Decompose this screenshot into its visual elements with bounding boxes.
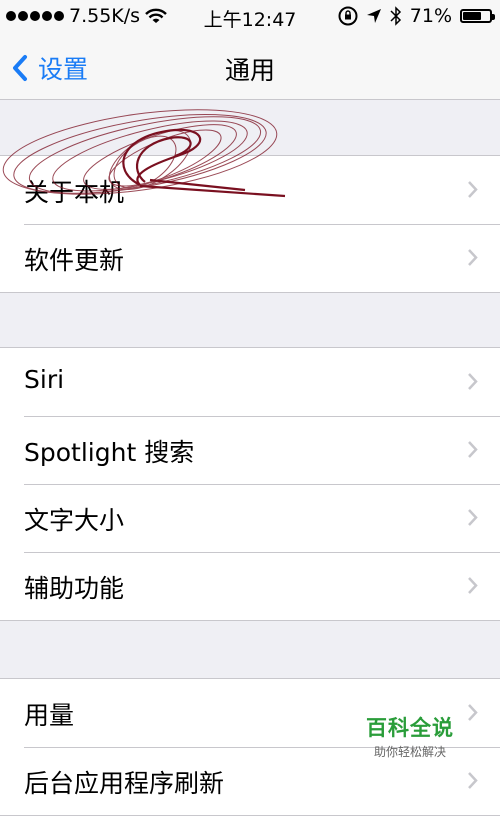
bluetooth-icon <box>390 6 401 26</box>
watermark-subtitle: 助你轻松解决 <box>373 745 446 759</box>
row-label: Siri <box>24 365 65 394</box>
battery-percent: 71% <box>409 5 452 27</box>
row-about[interactable]: 关于本机 <box>0 156 500 224</box>
row-label: 辅助功能 <box>24 574 125 603</box>
chevron-right-icon <box>468 441 478 458</box>
watermark-logo: 百科全说 助你轻松解决 <box>350 712 470 760</box>
lock-rotation-icon <box>338 6 358 26</box>
chevron-right-icon <box>468 509 478 526</box>
row-accessibility[interactable]: 辅助功能 <box>0 552 500 620</box>
page-title: 通用 <box>224 56 275 85</box>
navigation-bar: 设置 通用 <box>0 34 500 100</box>
chevron-right-icon <box>468 181 478 198</box>
chevron-right-icon <box>468 577 478 594</box>
row-text-size[interactable]: 文字大小 <box>0 484 500 552</box>
row-spotlight-search[interactable]: Spotlight 搜索 <box>0 416 500 484</box>
row-siri[interactable]: Siri <box>0 348 500 416</box>
location-arrow-icon <box>366 9 381 23</box>
battery-fill <box>463 12 482 20</box>
row-label: 用量 <box>24 701 75 730</box>
chevron-right-icon <box>468 373 478 390</box>
battery-icon <box>460 9 495 23</box>
row-label: 关于本机 <box>24 178 125 207</box>
chevron-right-icon <box>468 249 478 266</box>
row-label: 软件更新 <box>24 246 125 275</box>
row-label: 后台应用程序刷新 <box>24 769 225 798</box>
settings-group-1: 关于本机 软件更新 <box>0 155 500 293</box>
row-label: Spotlight 搜索 <box>24 438 195 467</box>
settings-group-2: Siri Spotlight 搜索 文字大小 辅助功能 <box>0 347 500 621</box>
chevron-right-icon <box>468 772 478 789</box>
row-software-update[interactable]: 软件更新 <box>0 224 500 292</box>
status-bar: 7.55K/s 上午12:47 71% <box>0 0 500 34</box>
status-right: 71% <box>338 5 495 27</box>
watermark-title: 百科全说 <box>366 716 454 740</box>
row-label: 文字大小 <box>24 506 125 535</box>
